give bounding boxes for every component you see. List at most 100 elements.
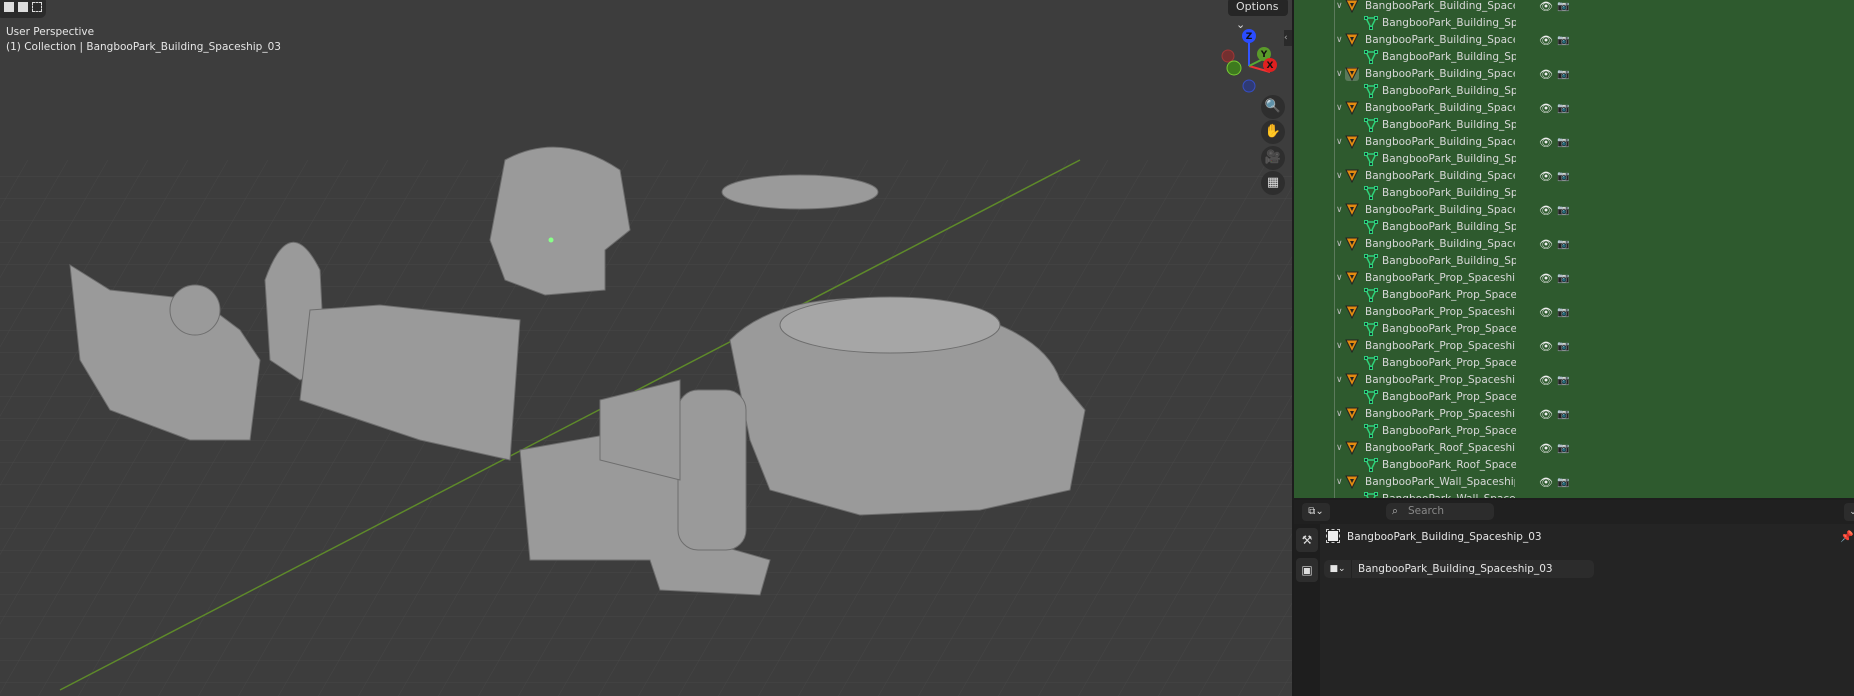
visibility-eye-icon[interactable]: 👁 (1539, 474, 1553, 491)
outliner-mesh-row[interactable]: BangbooPark_Prop_Spaceship (1294, 389, 1854, 406)
zoom-icon[interactable]: 🔍 (1261, 95, 1285, 119)
expand-chevron-icon[interactable]: ∨ (1336, 474, 1343, 491)
render-tab-icon[interactable]: ▣ (1296, 558, 1318, 582)
expand-chevron-icon[interactable]: ∨ (1336, 100, 1343, 117)
object-data-field[interactable]: ■⌄ BangbooPark_Building_Spaceship_03 (1324, 560, 1594, 578)
outliner-mesh-row[interactable]: BangbooPark_Building_Space (1294, 253, 1854, 270)
expand-chevron-icon[interactable]: ∨ (1336, 372, 1343, 389)
expand-chevron-icon[interactable]: ∨ (1336, 304, 1343, 321)
outliner-object-row[interactable]: ∨ BangbooPark_Prop_SpaceshipBox 👁 📷 (1294, 372, 1854, 389)
mode-icon[interactable] (4, 2, 14, 12)
render-camera-icon[interactable]: 📷 (1557, 168, 1569, 185)
outliner-object-row[interactable]: ∨ BangbooPark_Prop_SpaceshiLigh 👁 📷 (1294, 304, 1854, 321)
render-camera-icon[interactable]: 📷 (1557, 270, 1569, 287)
expand-chevron-icon[interactable]: ∨ (1336, 440, 1343, 457)
expand-chevron-icon[interactable]: ∨ (1336, 270, 1343, 287)
scene-canvas[interactable]: Z Y X (0, 0, 1292, 696)
outliner-object-row[interactable]: ∨ BangbooPark_Building_Spaceship 👁 📷 (1294, 168, 1854, 185)
outliner-object-row[interactable]: ∨ BangbooPark_Wall_Spaceship_01 👁 📷 (1294, 474, 1854, 491)
visibility-eye-icon[interactable]: 👁 (1539, 440, 1553, 457)
outliner-mesh-row[interactable]: BangbooPark_Prop_Spaceshil (1294, 355, 1854, 372)
render-camera-icon[interactable]: 📷 (1557, 100, 1569, 117)
outliner-object-row[interactable]: ∨ BangbooPark_Building_Spaceship 👁 📷 (1294, 0, 1854, 15)
pin-icon[interactable]: 📌 (1840, 530, 1854, 543)
outliner-mesh-row[interactable]: BangbooPark_Building_Space (1294, 49, 1854, 66)
expand-chevron-icon[interactable]: ∨ (1336, 66, 1343, 83)
outliner-mesh-row[interactable]: BangbooPark_Building_Space (1294, 83, 1854, 100)
mode-icon[interactable] (18, 2, 28, 12)
expand-chevron-icon[interactable]: ∨ (1336, 0, 1343, 15)
search-input[interactable]: ⌕ Search (1386, 503, 1494, 520)
visibility-eye-icon[interactable]: 👁 (1539, 100, 1553, 117)
perspective-grid-icon[interactable]: ▦ (1261, 171, 1285, 195)
visibility-eye-icon[interactable]: 👁 (1539, 202, 1553, 219)
sidebar-toggle-icon[interactable]: ‹ (1284, 30, 1292, 46)
visibility-eye-icon[interactable]: 👁 (1539, 270, 1553, 287)
outliner-mesh-row[interactable]: BangbooPark_Prop_Spaceshil (1294, 321, 1854, 338)
render-camera-icon[interactable]: 📷 (1557, 66, 1569, 83)
visibility-eye-icon[interactable]: 👁 (1539, 168, 1553, 185)
render-camera-icon[interactable]: 📷 (1557, 202, 1569, 219)
render-camera-icon[interactable]: 📷 (1557, 406, 1569, 423)
visibility-eye-icon[interactable]: 👁 (1539, 372, 1553, 389)
render-camera-icon[interactable]: 📷 (1557, 372, 1569, 389)
visibility-eye-icon[interactable]: 👁 (1539, 338, 1553, 355)
render-camera-icon[interactable]: 📷 (1557, 32, 1569, 49)
render-camera-icon[interactable]: 📷 (1557, 236, 1569, 253)
outliner[interactable]: ∨ BangbooPark_Building_Spaceship 👁 📷 Ban… (1294, 0, 1854, 498)
expand-chevron-icon[interactable]: ∨ (1336, 32, 1343, 49)
expand-chevron-icon[interactable]: ∨ (1336, 338, 1343, 355)
expand-chevron-icon[interactable]: ∨ (1336, 134, 1343, 151)
outliner-object-row[interactable]: ∨ BangbooPark_Prop_SpaceshiLigh 👁 📷 (1294, 270, 1854, 287)
outliner-object-row[interactable]: ∨ BangbooPark_Prop_SpaceshipFen 👁 📷 (1294, 406, 1854, 423)
object-name-text: BangbooPark_Building_Spaceship_03 (1347, 531, 1542, 543)
visibility-eye-icon[interactable]: 👁 (1539, 134, 1553, 151)
options-chevron-icon[interactable]: ⌄ (1844, 503, 1854, 521)
outliner-object-row[interactable]: ∨ BangbooPark_Building_Spaceship 👁 📷 (1294, 32, 1854, 49)
outliner-mesh-row[interactable]: BangbooPark_Wall_Spaceship (1294, 491, 1854, 498)
tool-tab-icon[interactable]: ⚒ (1296, 528, 1318, 552)
outliner-object-row[interactable]: ∨ BangbooPark_Building_Spaceship 👁 📷 (1294, 134, 1854, 151)
expand-chevron-icon[interactable]: ∨ (1336, 236, 1343, 253)
3d-viewport[interactable]: Z Y X User Perspective (1) Collection | … (0, 0, 1292, 696)
outliner-mesh-row[interactable]: BangbooPark_Prop_Spaceshil (1294, 287, 1854, 304)
render-camera-icon[interactable]: 📷 (1557, 338, 1569, 355)
object-data-name[interactable]: BangbooPark_Building_Spaceship_03 (1358, 560, 1553, 578)
options-dropdown[interactable]: Options ⌄ (1228, 0, 1288, 31)
navigation-gizmo[interactable]: Z Y X (1221, 29, 1277, 93)
outliner-object-row[interactable]: ∨ BangbooPark_Building_Spaceship 👁 📷 (1294, 236, 1854, 253)
expand-chevron-icon[interactable]: ∨ (1336, 406, 1343, 423)
render-camera-icon[interactable]: 📷 (1557, 304, 1569, 321)
outliner-mesh-row[interactable]: BangbooPark_Roof_Spaceship (1294, 457, 1854, 474)
expand-chevron-icon[interactable]: ∨ (1336, 168, 1343, 185)
render-camera-icon[interactable]: 📷 (1557, 474, 1569, 491)
visibility-eye-icon[interactable]: 👁 (1539, 32, 1553, 49)
visibility-eye-icon[interactable]: 👁 (1539, 0, 1553, 15)
pan-hand-icon[interactable]: ✋ (1261, 120, 1285, 144)
outliner-mesh-row[interactable]: BangbooPark_Prop_Spaceship (1294, 423, 1854, 440)
properties-editor[interactable]: ⧉⌄ ⌕ Search ⌄ ⚒ ▣ BangbooPark_Building_Sp… (1294, 500, 1854, 696)
outliner-mesh-row[interactable]: BangbooPark_Building_Space (1294, 151, 1854, 168)
visibility-eye-icon[interactable]: 👁 (1539, 304, 1553, 321)
render-camera-icon[interactable]: 📷 (1557, 440, 1569, 457)
outliner-object-row[interactable]: ∨ BangbooPark_Roof_Spaceship_01 👁 📷 (1294, 440, 1854, 457)
outliner-object-row[interactable]: ∨ BangbooPark_Building_Spaceship 👁 📷 (1294, 100, 1854, 117)
outliner-object-row[interactable]: ∨ BangbooPark_Building_Spaceship 👁 📷 (1294, 66, 1854, 83)
expand-chevron-icon[interactable]: ∨ (1336, 202, 1343, 219)
visibility-eye-icon[interactable]: 👁 (1539, 236, 1553, 253)
outliner-mesh-row[interactable]: BangbooPark_Building_Space (1294, 117, 1854, 134)
camera-view-icon[interactable]: 🎥 (1261, 146, 1285, 170)
outliner-object-row[interactable]: ∨ BangbooPark_Building_Spaceship 👁 📷 (1294, 202, 1854, 219)
object-type-selector[interactable]: ■⌄ (1324, 560, 1352, 578)
editor-type-button[interactable]: ⧉⌄ (1302, 503, 1330, 521)
visibility-eye-icon[interactable]: 👁 (1539, 66, 1553, 83)
render-camera-icon[interactable]: 📷 (1557, 0, 1569, 15)
mode-icon[interactable] (32, 2, 42, 12)
selection-mode-buttons[interactable] (0, 0, 46, 18)
outliner-mesh-row[interactable]: BangbooPark_Building_Space (1294, 15, 1854, 32)
outliner-mesh-row[interactable]: BangbooPark_Building_Space (1294, 219, 1854, 236)
visibility-eye-icon[interactable]: 👁 (1539, 406, 1553, 423)
outliner-mesh-row[interactable]: BangbooPark_Building_Space (1294, 185, 1854, 202)
outliner-object-row[interactable]: ∨ BangbooPark_Prop_SpaceshiLigh 👁 📷 (1294, 338, 1854, 355)
render-camera-icon[interactable]: 📷 (1557, 134, 1569, 151)
